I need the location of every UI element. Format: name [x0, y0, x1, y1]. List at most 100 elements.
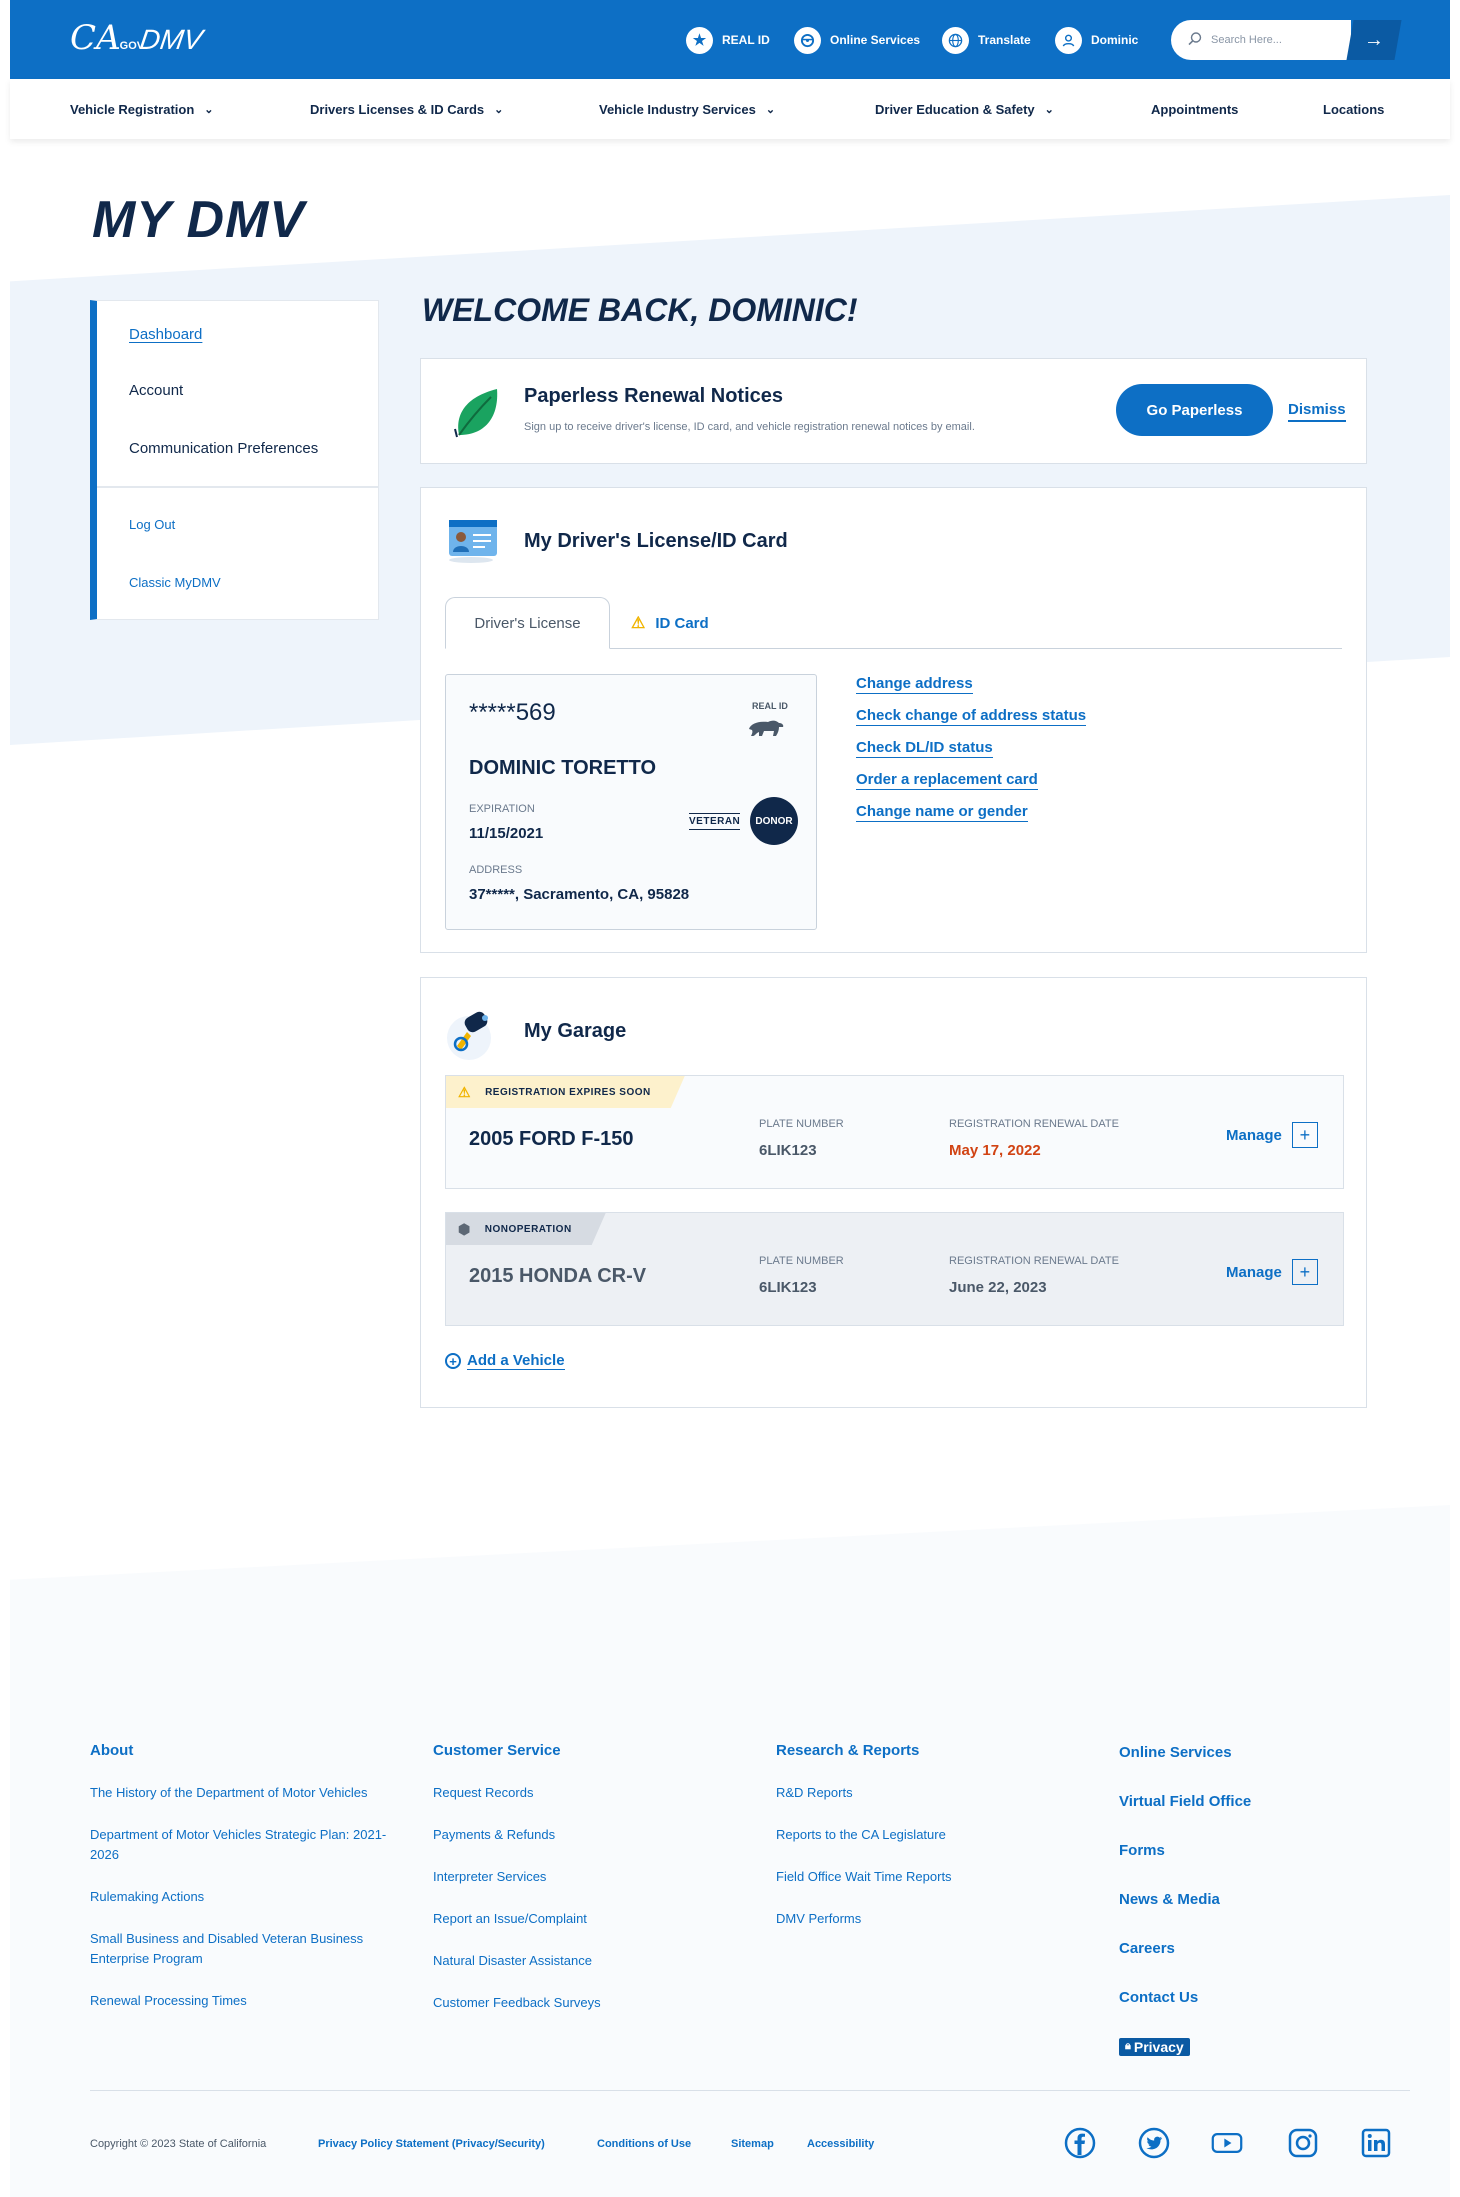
youtube-icon[interactable]	[1211, 2127, 1243, 2159]
ca-gov-logo[interactable]: CA.GOV	[70, 18, 144, 66]
twitter-icon[interactable]	[1138, 2127, 1170, 2159]
user-menu[interactable]: Dominic	[1055, 26, 1138, 54]
manage-vehicle-button[interactable]: Manage +	[1226, 1122, 1318, 1148]
privacy-policy-link[interactable]: Privacy Policy Statement (Privacy/Securi…	[318, 2138, 545, 2150]
accessibility-link[interactable]: Accessibility	[807, 2138, 874, 2150]
footer-link[interactable]: DMV Performs	[776, 1909, 1076, 1929]
facebook-icon[interactable]	[1064, 2127, 1096, 2159]
footer-link[interactable]: Small Business and Disabled Veteran Busi…	[90, 1929, 390, 1969]
linkedin-icon[interactable]	[1360, 2127, 1392, 2159]
online-services-link[interactable]: Online Services	[794, 26, 920, 54]
nav-locations[interactable]: Locations	[1323, 79, 1384, 139]
footer-news-media-link[interactable]: News & Media	[1119, 1889, 1419, 1911]
id-card-icon	[449, 520, 497, 563]
renewal-date: May 17, 2022	[949, 1142, 1041, 1159]
veteran-badge: VETERAN	[689, 813, 741, 830]
footer-link[interactable]: Field Office Wait Time Reports	[776, 1867, 1076, 1887]
vehicle-model: 2005 FORD F-150	[469, 1128, 634, 1150]
footer-research-heading: Research & Reports	[776, 1742, 920, 1759]
add-vehicle-link[interactable]: + Add a Vehicle	[445, 1352, 565, 1370]
footer-link[interactable]: R&D Reports	[776, 1783, 1076, 1803]
license-card: My Driver's License/ID Card Driver's Lic…	[420, 487, 1367, 953]
chevron-down-icon: ⌄	[494, 103, 504, 116]
manage-vehicle-button[interactable]: Manage +	[1226, 1259, 1318, 1285]
footer-link[interactable]: Report an Issue/Complaint	[433, 1909, 733, 1929]
order-replacement-card-link[interactable]: Order a replacement card	[856, 771, 1038, 790]
vehicle-row: ⬢ NONOPERATION 2015 HONDA CR-V PLATE NUM…	[445, 1212, 1344, 1326]
footer-forms-link[interactable]: Forms	[1119, 1840, 1419, 1862]
search-box	[1171, 20, 1351, 60]
footer-customer-column: Customer Service Request Records Payment…	[433, 1742, 733, 2035]
plate-value: 6LIK123	[759, 1279, 817, 1296]
sidebar-item-dashboard[interactable]: Dashboard	[129, 326, 202, 343]
plate-label: PLATE NUMBER	[759, 1118, 844, 1130]
footer-link[interactable]: Customer Feedback Surveys	[433, 1993, 733, 2013]
nav-drivers-licenses[interactable]: Drivers Licenses & ID Cards ⌄	[310, 79, 503, 139]
instagram-icon[interactable]	[1287, 2127, 1319, 2159]
footer-link[interactable]: Payments & Refunds	[433, 1825, 733, 1845]
nav-vehicle-industry[interactable]: Vehicle Industry Services ⌄	[599, 79, 775, 139]
footer-link[interactable]: Request Records	[433, 1783, 733, 1803]
page-title: MY DMV	[92, 191, 306, 249]
check-dl-id-status-link[interactable]: Check DL/ID status	[856, 739, 993, 758]
garage-title: My Garage	[524, 1020, 627, 1042]
address-value: 37*****, Sacramento, CA, 95828	[469, 886, 690, 903]
search-input[interactable]	[1211, 34, 1331, 46]
paperless-title: Paperless Renewal Notices	[524, 385, 784, 407]
sitemap-link[interactable]: Sitemap	[731, 2138, 774, 2150]
footer-research-column: Research & Reports R&D Reports Reports t…	[776, 1742, 1076, 1951]
change-address-link[interactable]: Change address	[856, 675, 973, 694]
nav-appointments[interactable]: Appointments	[1151, 79, 1238, 139]
footer-link[interactable]: Department of Motor Vehicles Strategic P…	[90, 1825, 390, 1865]
footer-careers-link[interactable]: Careers	[1119, 1938, 1419, 1960]
dmv-logo[interactable]: DMV	[138, 24, 205, 56]
logout-link[interactable]: Log Out	[129, 517, 175, 532]
conditions-of-use-link[interactable]: Conditions of Use	[597, 2138, 691, 2150]
sidebar: Dashboard Account Communication Preferen…	[90, 300, 379, 620]
tab-drivers-license[interactable]: Driver's License	[445, 597, 610, 649]
vehicle-model: 2015 HONDA CR-V	[469, 1265, 647, 1287]
renewal-label: REGISTRATION RENEWAL DATE	[949, 1255, 1119, 1267]
go-paperless-button[interactable]: Go Paperless	[1116, 384, 1273, 436]
steering-wheel-icon	[794, 26, 821, 54]
footer-link[interactable]: Renewal Processing Times	[90, 1991, 390, 2011]
paperless-card: Paperless Renewal Notices Sign up to rec…	[420, 358, 1367, 464]
sidebar-item-account[interactable]: Account	[129, 382, 183, 399]
classic-mydmv-link[interactable]: Classic MyDMV	[129, 575, 221, 590]
footer-online-services-link[interactable]: Online Services	[1119, 1742, 1419, 1764]
footer-link[interactable]: Rulemaking Actions	[90, 1887, 390, 1907]
expiration-label: EXPIRATION	[469, 803, 535, 815]
search-submit-button[interactable]: →	[1346, 20, 1402, 60]
footer-contact-us-link[interactable]: Contact Us	[1119, 1987, 1419, 2009]
chevron-down-icon: ⌄	[765, 103, 776, 116]
chevron-down-icon: ⌄	[1044, 103, 1054, 116]
footer-virtual-field-office-link[interactable]: Virtual Field Office	[1119, 1791, 1419, 1813]
warning-icon: ⚠	[458, 1083, 472, 1100]
renewal-label: REGISTRATION RENEWAL DATE	[949, 1118, 1119, 1130]
welcome-heading: WELCOME BACK, DOMINIC!	[422, 292, 858, 328]
footer-link[interactable]: Reports to the CA Legislature	[776, 1825, 1076, 1845]
nav-vehicle-registration[interactable]: Vehicle Registration ⌄	[70, 79, 213, 139]
plate-label: PLATE NUMBER	[759, 1255, 844, 1267]
privacy-badge[interactable]: 🔒︎ Privacy	[1119, 2037, 1190, 2056]
check-address-status-link[interactable]: Check change of address status	[856, 707, 1087, 726]
footer-link[interactable]: Interpreter Services	[433, 1867, 733, 1887]
leaf-icon	[454, 389, 498, 438]
plus-icon: +	[1291, 1259, 1318, 1285]
renewal-date: June 22, 2023	[949, 1279, 1047, 1296]
tab-id-card[interactable]: ⚠ ID Card	[631, 597, 709, 649]
vehicle-row: ⚠ REGISTRATION EXPIRES SOON 2005 FORD F-…	[445, 1075, 1344, 1189]
license-number: *****569	[469, 699, 556, 726]
nav-driver-education[interactable]: Driver Education & Safety ⌄	[875, 79, 1054, 139]
status-badge: ⬢ NONOPERATION	[446, 1213, 606, 1245]
change-name-gender-link[interactable]: Change name or gender	[856, 803, 1028, 822]
real-id-link[interactable]: ★ REAL ID	[686, 26, 770, 54]
status-badge: ⚠ REGISTRATION EXPIRES SOON	[446, 1076, 685, 1108]
footer-link[interactable]: Natural Disaster Assistance	[433, 1951, 733, 1971]
real-id-label: REAL ID	[752, 701, 788, 711]
footer-divider	[90, 2090, 1410, 2091]
dismiss-link[interactable]: Dismiss	[1288, 401, 1346, 422]
translate-link[interactable]: Translate	[942, 26, 1031, 54]
footer-link[interactable]: The History of the Department of Motor V…	[90, 1783, 390, 1803]
sidebar-item-communication-preferences[interactable]: Communication Preferences	[129, 440, 318, 457]
